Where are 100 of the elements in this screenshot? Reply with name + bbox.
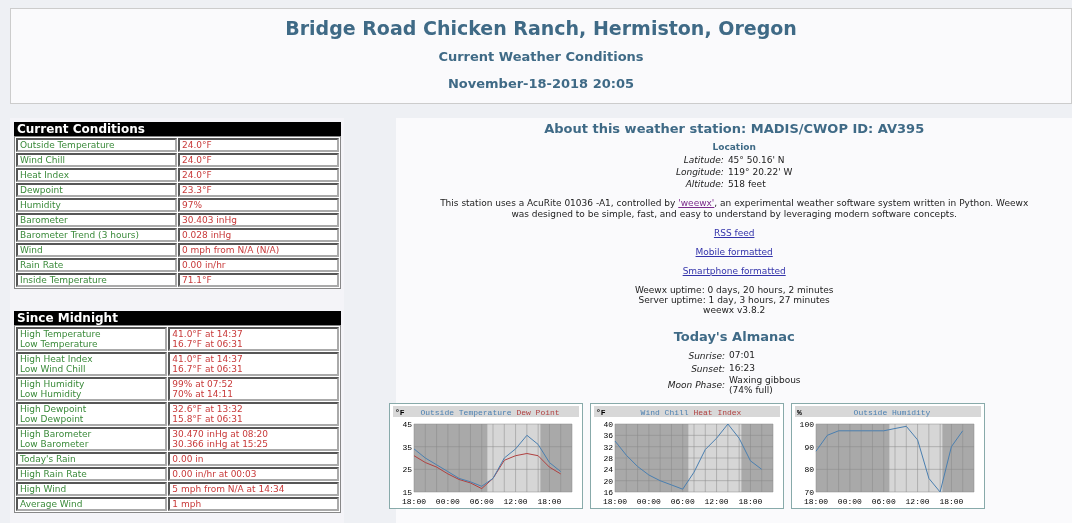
row-label: Wind Chill — [20, 155, 65, 165]
row-label: High Humidity — [20, 379, 85, 389]
row-value: 24.0°F — [182, 170, 212, 180]
x-tick-label: 18:00 — [804, 497, 829, 506]
row-value: 30.470 inHg at 08:20 — [172, 429, 269, 439]
row-value: 30.403 inHg — [182, 215, 238, 225]
x-tick-label: 18:00 — [738, 497, 763, 506]
y-tick-label: 15 — [402, 488, 413, 497]
axis-unit: °F — [596, 408, 606, 417]
row-label: Dewpoint — [20, 185, 63, 195]
field-label: Longitude: — [675, 166, 724, 178]
y-tick-label: 100 — [799, 420, 815, 429]
field-label: Sunset: — [690, 362, 726, 375]
uptime-text: Server uptime: 1 day, 3 hours, 27 minutes — [638, 295, 830, 305]
section-title: Today's Almanac — [673, 329, 795, 344]
row-value: 16.7°F at 06:31 — [172, 364, 243, 374]
y-tick-label: 80 — [804, 465, 815, 475]
weewx-link[interactable]: 'weewx' — [678, 198, 715, 208]
row-value: 23.3°F — [182, 185, 212, 195]
row-label: High Barometer — [20, 429, 92, 439]
row-label: High Dewpoint — [20, 404, 87, 414]
row-label: Low Humidity — [20, 389, 82, 399]
row-label: Low Temperature — [20, 339, 98, 349]
site-title: Bridge Road Chicken Ranch, Hermiston, Oregon — [284, 17, 798, 39]
uptime-text: weewx v3.8.2 — [703, 305, 766, 315]
row-value: 71.1°F — [182, 275, 212, 285]
field-value: 07:01 — [729, 350, 755, 360]
row-value: 41.0°F at 14:37 — [172, 354, 243, 364]
row-label: High Heat Index — [20, 354, 93, 364]
x-tick-label: 12:00 — [503, 497, 528, 506]
field-value: 45° 50.16' N — [727, 154, 786, 166]
row-value: 0.00 in — [172, 454, 204, 464]
row-value: 5 mph from N/A at 14:34 — [172, 484, 285, 494]
x-tick-label: 00:00 — [838, 497, 863, 506]
legend-label: Heat Index — [693, 408, 742, 417]
row-value: 15.8°F at 06:31 — [172, 414, 243, 424]
row-label: Today's Rain — [20, 454, 76, 464]
y-tick-label: 40 — [603, 420, 614, 429]
field-label: Latitude: — [682, 154, 724, 166]
row-value: 70% at 14:11 — [172, 389, 234, 399]
y-tick-label: 90 — [804, 442, 815, 452]
row-value: 0 mph from N/A (N/A) — [182, 245, 280, 255]
x-tick-label: 12:00 — [905, 497, 930, 506]
page-link[interactable]: RSS feed — [713, 228, 755, 238]
field-value: Waxing gibbous — [729, 375, 801, 385]
row-label: Low Wind Chill — [20, 364, 86, 374]
row-value: 0.00 in/hr — [182, 260, 226, 270]
x-tick-label: 06:00 — [670, 497, 695, 506]
x-tick-label: 06:00 — [871, 497, 896, 506]
station-description: This station uses a AcuRite 01036 -A1, controlled by 'weewx', an experimental weather software system written in Python. Weewx was designed to be simple, fast, and easy to understand by leveraging modern software concepts. — [439, 198, 1030, 220]
row-value: 0.028 inHg — [182, 230, 232, 240]
row-value: 99% at 07:52 — [172, 379, 234, 389]
y-tick-label: 32 — [603, 442, 614, 452]
row-value: 24.0°F — [182, 140, 212, 150]
row-label: Outside Temperature — [20, 140, 115, 150]
location-heading: Location — [712, 142, 756, 152]
y-tick-label: 36 — [603, 431, 614, 441]
row-value: 97% — [182, 200, 202, 210]
axis-unit: % — [797, 408, 802, 417]
field-label: Altitude: — [684, 178, 724, 190]
legend-label: Dew Point — [516, 408, 560, 417]
y-tick-label: 24 — [603, 465, 614, 475]
row-value: 41.0°F at 14:37 — [172, 329, 243, 339]
field-value: 16:23 — [729, 362, 755, 373]
section-title: About this weather station: MADIS/CWOP ID: AV395 — [544, 121, 925, 136]
row-label: Humidity — [20, 200, 61, 210]
field-value: 518 feet — [727, 178, 767, 190]
axis-unit: °F — [395, 408, 405, 417]
x-tick-label: 18:00 — [939, 497, 964, 506]
row-label: Barometer Trend (3 hours) — [20, 230, 140, 240]
y-tick-label: 45 — [402, 420, 413, 429]
legend-label: Outside Temperature — [420, 408, 512, 417]
uptime-text: Weewx uptime: 0 days, 20 hours, 2 minutes — [634, 285, 834, 295]
legend-label: Wind Chill — [640, 408, 689, 417]
row-value: 16.7°F at 06:31 — [172, 339, 243, 349]
row-value: 24.0°F — [182, 155, 212, 165]
y-tick-label: 70 — [804, 488, 815, 497]
x-tick-label: 12:00 — [704, 497, 729, 506]
row-label: High Temperature — [20, 329, 101, 339]
x-tick-label: 18:00 — [537, 497, 562, 506]
y-tick-label: 25 — [402, 465, 413, 475]
row-value: 0.00 in/hr at 00:03 — [172, 469, 257, 479]
field-value: 119° 20.22' W — [727, 166, 793, 178]
y-tick-label: 20 — [603, 476, 614, 486]
row-label: Low Dewpoint — [20, 414, 84, 424]
field-value: (74% full) — [729, 385, 773, 395]
page-link[interactable]: Smartphone formatted — [682, 266, 786, 276]
page-subtitle: Current Weather Conditions — [437, 49, 645, 64]
row-label: Inside Temperature — [20, 275, 107, 285]
row-label: Average Wind — [20, 499, 83, 509]
y-tick-label: 16 — [603, 488, 614, 497]
x-tick-label: 06:00 — [469, 497, 494, 506]
row-label: Low Barometer — [20, 439, 89, 449]
row-value: 30.366 inHg at 15:25 — [172, 439, 269, 449]
x-tick-label: 00:00 — [637, 497, 662, 506]
page-link[interactable]: Mobile formatted — [695, 247, 773, 257]
x-tick-label: 00:00 — [436, 497, 461, 506]
y-tick-label: 35 — [402, 442, 413, 452]
x-tick-label: 18:00 — [603, 497, 628, 506]
row-label: Heat Index — [20, 170, 69, 180]
